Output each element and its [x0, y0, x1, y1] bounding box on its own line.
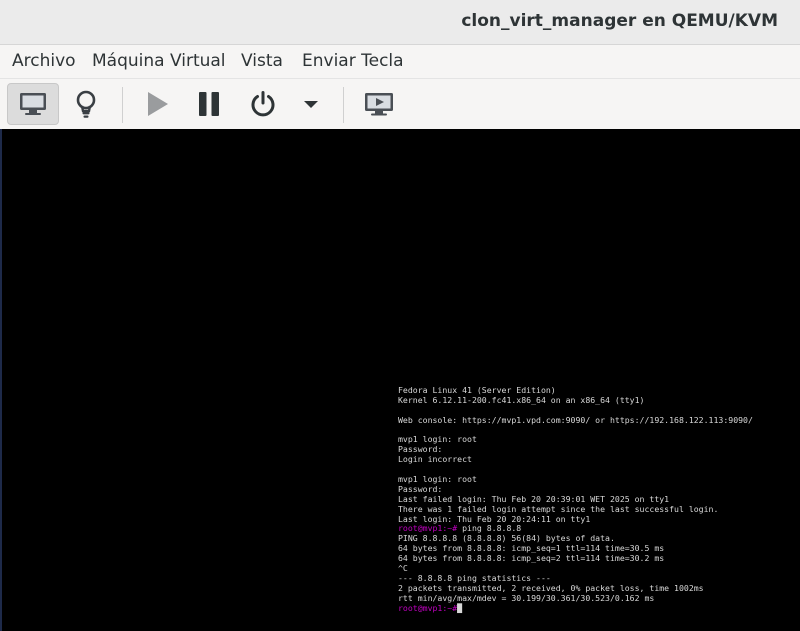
- lightbulb-icon: [76, 90, 96, 118]
- run-button[interactable]: [134, 83, 180, 125]
- toolbar-separator: [122, 87, 123, 123]
- menu-vista[interactable]: Vista: [241, 51, 283, 71]
- window-title: clon_virt_manager en QEMU/KVM: [461, 11, 778, 31]
- shell-prompt: root@mvp1:~#: [398, 523, 458, 534]
- menu-archivo[interactable]: Archivo: [12, 51, 76, 71]
- title-bar[interactable]: clon_virt_manager en QEMU/KVM: [0, 0, 800, 45]
- show-console-button[interactable]: [7, 83, 59, 125]
- terminal-line: Kernel 6.12.11-200.fc41.x86_64 on an x86…: [398, 394, 645, 405]
- terminal-line: mvp1 login: root: [398, 474, 477, 485]
- show-details-button[interactable]: [62, 83, 110, 125]
- dropdown-arrow-icon: [304, 101, 318, 108]
- menu-maquina-virtual[interactable]: Máquina Virtual: [92, 51, 226, 71]
- fullscreen-button[interactable]: [356, 83, 402, 125]
- vm-console-display[interactable]: Fedora Linux 41 (Server Edition) Kernel 6…: [2, 129, 800, 631]
- pause-icon: [199, 92, 219, 116]
- toolbar-separator: [343, 87, 344, 123]
- pause-button[interactable]: [186, 83, 232, 125]
- terminal-line: mvp1 login: root: [398, 434, 477, 445]
- terminal-line: Login incorrect: [398, 454, 472, 465]
- shutdown-button[interactable]: [240, 83, 286, 125]
- menu-enviar-tecla[interactable]: Enviar Tecla: [302, 51, 404, 71]
- power-icon: [251, 91, 275, 117]
- command-text: ping 8.8.8.8: [457, 523, 522, 534]
- virt-manager-window: clon_virt_manager en QEMU/KVM Archivo Má…: [0, 0, 800, 631]
- terminal-line: Web console: https://mvp1.vpd.com:9090/ …: [398, 414, 753, 425]
- terminal-output: Fedora Linux 41 (Server Edition) Kernel 6…: [398, 385, 753, 614]
- menu-bar: Archivo Máquina Virtual Vista Enviar Tec…: [0, 45, 800, 79]
- toolbar: [0, 79, 800, 129]
- terminal-command-line: root@mvp1:~#█: [398, 602, 753, 614]
- text-cursor: █: [457, 602, 463, 613]
- shell-prompt: root@mvp1:~#: [398, 602, 458, 613]
- fullscreen-icon: [365, 93, 393, 116]
- terminal-line: 64 bytes from 8.8.8.8: icmp_seq=2 ttl=11…: [398, 553, 665, 564]
- play-icon: [148, 92, 168, 116]
- shutdown-options-dropdown[interactable]: [296, 83, 326, 125]
- monitor-icon: [20, 93, 46, 115]
